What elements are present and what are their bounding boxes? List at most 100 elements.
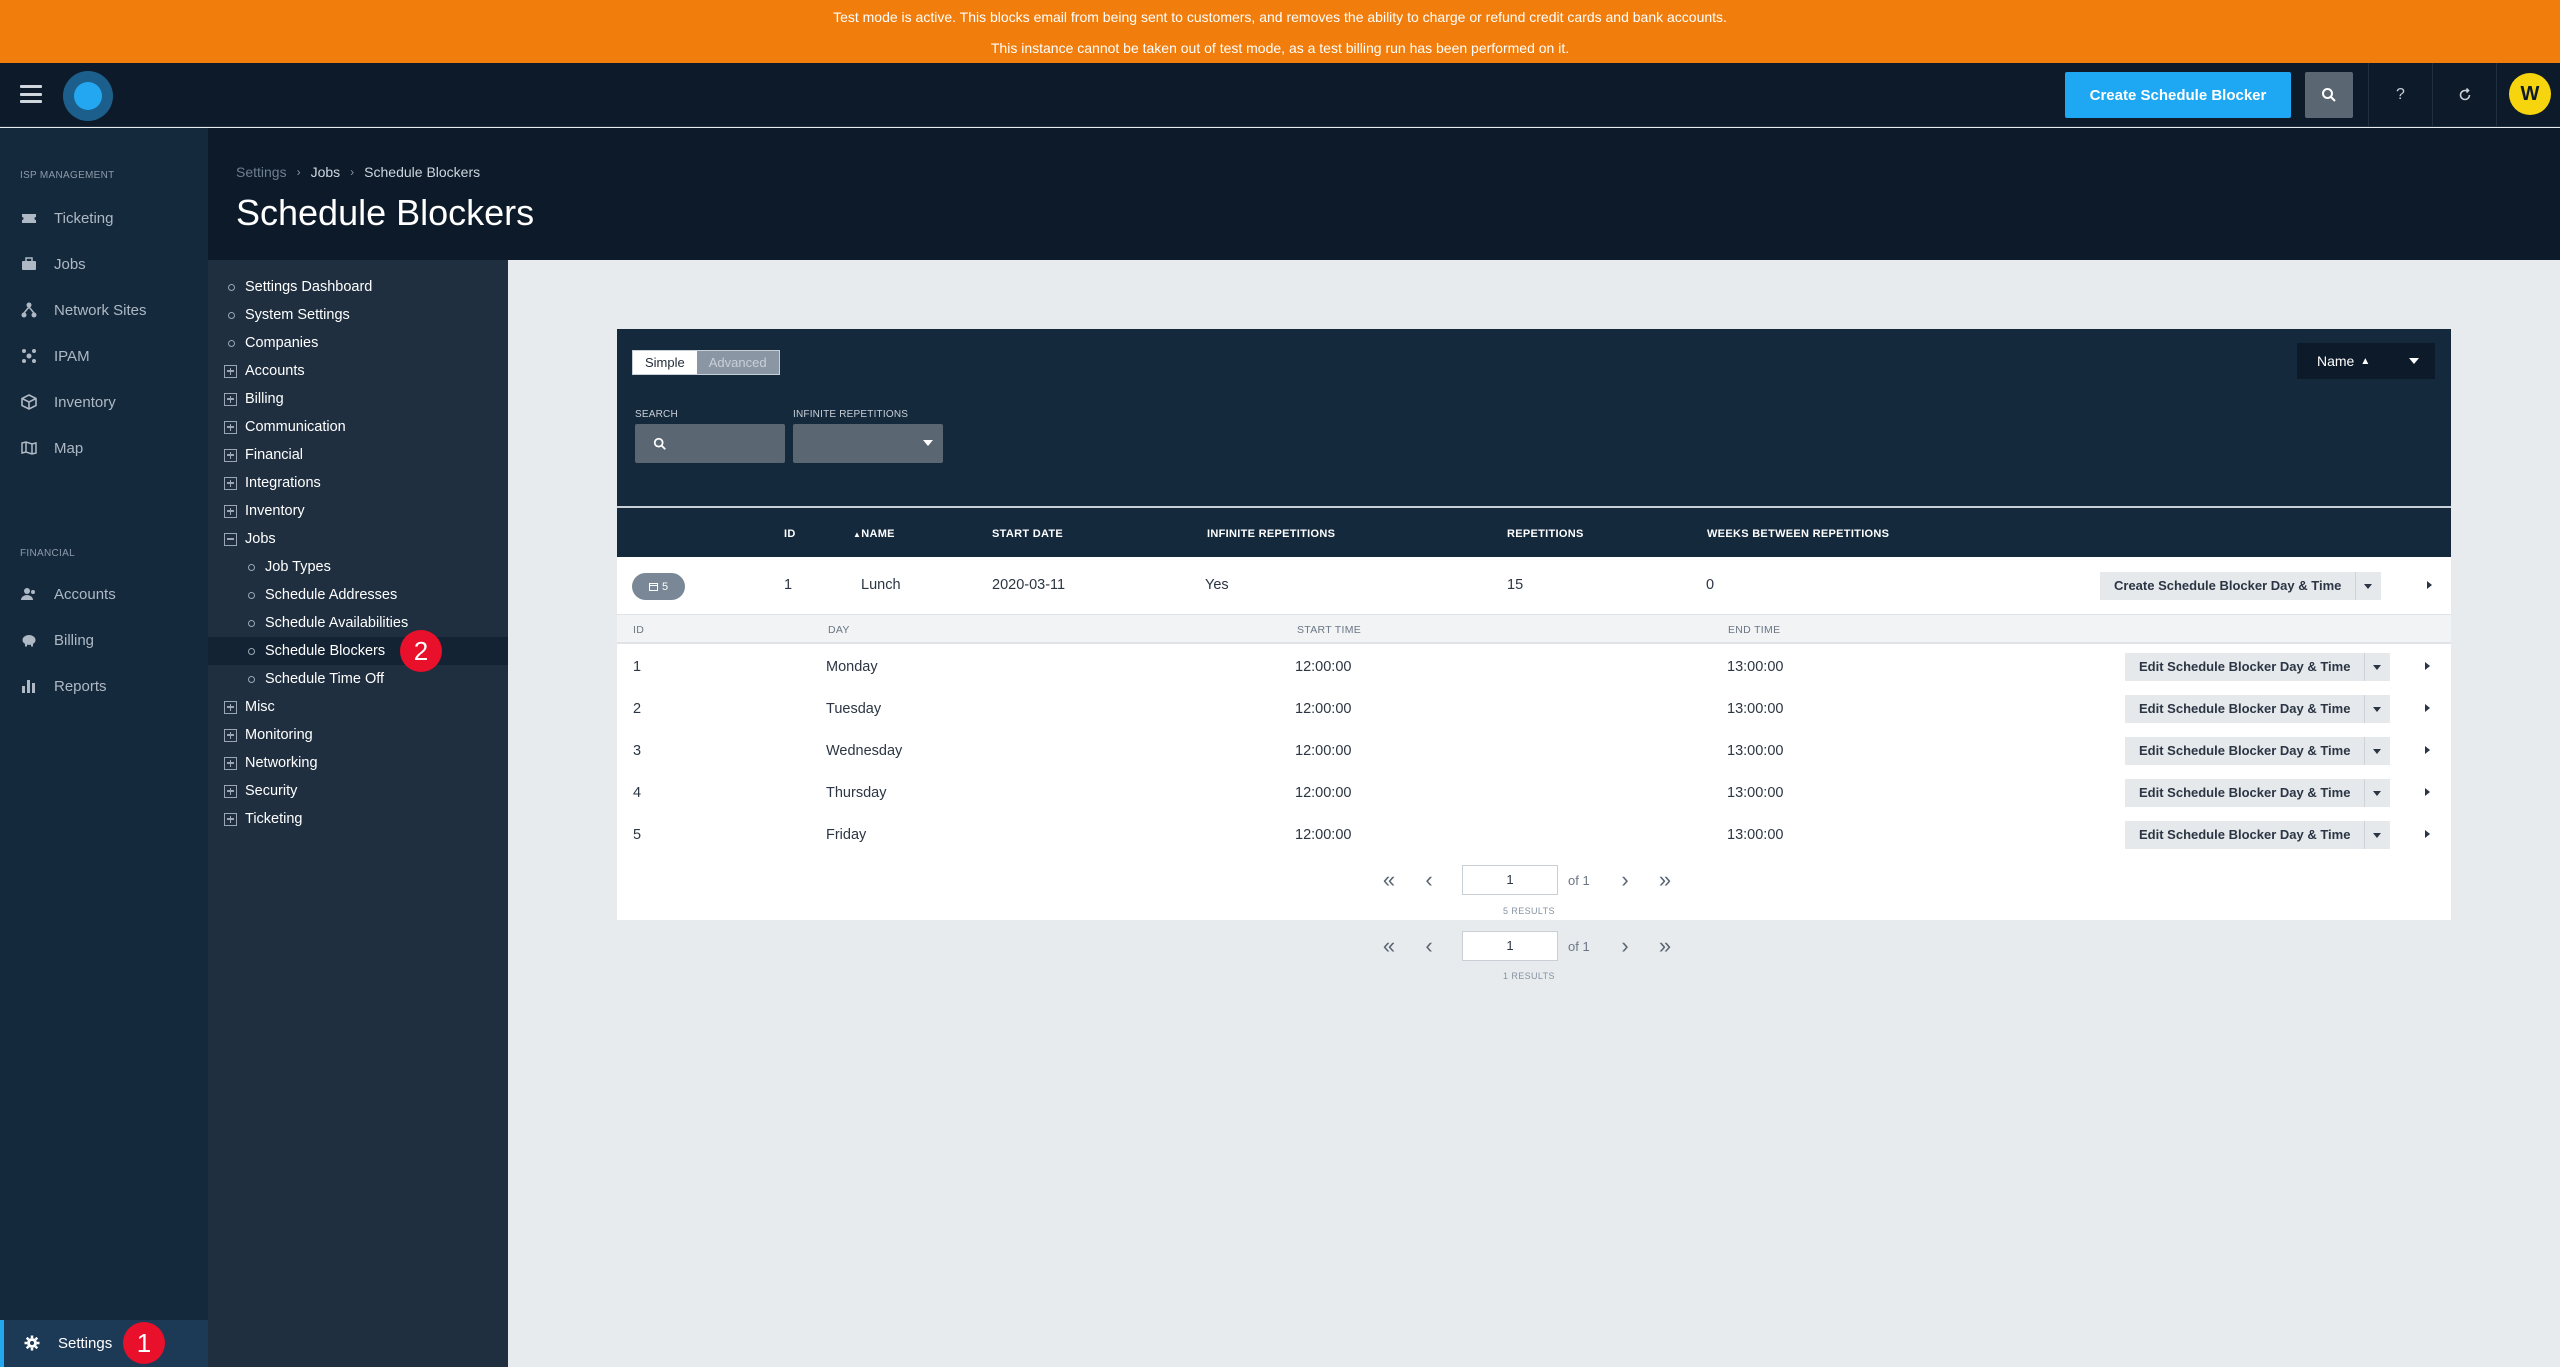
edit-day-time-button[interactable]: Edit Schedule Blocker Day & Time: [2125, 737, 2365, 765]
avatar[interactable]: W: [2509, 73, 2551, 115]
row-expand-icon[interactable]: [2425, 662, 2430, 670]
row-expand-icon[interactable]: [2425, 830, 2430, 838]
create-day-time-button[interactable]: Create Schedule Blocker Day & Time: [2100, 572, 2356, 600]
column-header-start-date[interactable]: START DATE: [992, 528, 1063, 540]
previous-page-icon[interactable]: ‹: [1417, 865, 1441, 895]
tree-item-label: Companies: [245, 335, 319, 351]
breadcrumb-settings[interactable]: Settings: [236, 164, 287, 180]
last-page-icon[interactable]: »: [1653, 931, 1677, 961]
logo[interactable]: [63, 71, 113, 121]
infinite-repetitions-select[interactable]: [793, 424, 943, 463]
tree-item-schedule-blockers[interactable]: Schedule Blockers: [208, 637, 508, 665]
sub-column-day: DAY: [828, 624, 850, 636]
sub-table-row: 5 Friday 12:00:00 13:00:00 Edit Schedule Blo…: [617, 814, 2451, 856]
nav-item-accounts[interactable]: Accounts: [0, 576, 208, 612]
edit-day-time-dropdown[interactable]: [2364, 821, 2391, 849]
tree-item-communication[interactable]: Communication: [208, 413, 508, 441]
expand-plus-icon: [224, 420, 237, 434]
simple-filter-tab[interactable]: Simple: [633, 351, 697, 374]
edit-day-time-button[interactable]: Edit Schedule Blocker Day & Time: [2125, 653, 2365, 681]
tree-item-label: Accounts: [245, 363, 305, 379]
edit-day-time-dropdown[interactable]: [2364, 653, 2391, 681]
menu-icon[interactable]: [18, 81, 44, 107]
last-page-icon[interactable]: »: [1653, 865, 1677, 895]
tree-item-label: Jobs: [245, 531, 276, 547]
first-page-icon[interactable]: «: [1377, 865, 1401, 895]
row-expand-icon[interactable]: [2427, 581, 2432, 589]
nav-item-inventory[interactable]: Inventory: [0, 384, 208, 420]
tree-item-companies[interactable]: Companies: [208, 329, 508, 357]
expand-plus-icon: [224, 504, 237, 518]
next-page-icon[interactable]: ›: [1613, 931, 1637, 961]
advanced-filter-tab[interactable]: Advanced: [696, 351, 779, 374]
tree-item-networking[interactable]: Networking: [208, 749, 508, 777]
tree-item-monitoring[interactable]: Monitoring: [208, 721, 508, 749]
next-page-icon[interactable]: ›: [1613, 865, 1637, 895]
nav-item-map[interactable]: Map: [0, 430, 208, 466]
tree-item-billing[interactable]: Billing: [208, 385, 508, 413]
edit-day-time-button[interactable]: Edit Schedule Blocker Day & Time: [2125, 695, 2365, 723]
sort-select-value: Name: [2317, 353, 2355, 369]
tree-item-job-types[interactable]: Job Types: [208, 553, 508, 581]
tree-item-misc[interactable]: Misc: [208, 693, 508, 721]
row-expand-icon[interactable]: [2425, 704, 2430, 712]
tree-item-jobs[interactable]: Jobs: [208, 525, 508, 553]
nav-item-jobs[interactable]: Jobs: [0, 246, 208, 282]
tree-item-label: Billing: [245, 391, 284, 407]
tree-item-schedule-time-off[interactable]: Schedule Time Off: [208, 665, 508, 693]
sub-cell-end-time: 13:00:00: [1727, 827, 1784, 843]
tree-item-label: Inventory: [245, 503, 305, 519]
children-count-toggle[interactable]: 5: [632, 573, 685, 600]
cell-infinite: Yes: [1205, 577, 1229, 593]
tree-item-integrations[interactable]: Integrations: [208, 469, 508, 497]
tree-item-schedule-addresses[interactable]: Schedule Addresses: [208, 581, 508, 609]
previous-page-icon[interactable]: ‹: [1417, 931, 1441, 961]
nav-item-billing[interactable]: Billing: [0, 622, 208, 658]
sub-table-row: 4 Thursday 12:00:00 13:00:00 Edit Schedule B…: [617, 772, 2451, 814]
search-button[interactable]: [2305, 72, 2353, 118]
edit-day-time-button[interactable]: Edit Schedule Blocker Day & Time: [2125, 779, 2365, 807]
page-input[interactable]: 1: [1462, 865, 1558, 895]
tree-item-financial[interactable]: Financial: [208, 441, 508, 469]
tree-item-accounts[interactable]: Accounts: [208, 357, 508, 385]
edit-day-time-dropdown[interactable]: [2364, 737, 2391, 765]
tree-item-ticketing[interactable]: Ticketing: [208, 805, 508, 833]
page-count: of 1: [1568, 939, 1590, 954]
create-day-time-dropdown[interactable]: [2355, 572, 2382, 600]
help-button[interactable]: ?: [2368, 63, 2432, 127]
column-header-infinite-repetitions[interactable]: INFINITE REPETITIONS: [1207, 528, 1335, 540]
tree-item-security[interactable]: Security: [208, 777, 508, 805]
refresh-button[interactable]: [2432, 63, 2496, 127]
tree-item-settings-dashboard[interactable]: Settings Dashboard: [208, 273, 508, 301]
column-header-name[interactable]: ▲NAME: [853, 528, 895, 540]
edit-day-time-dropdown[interactable]: [2364, 779, 2391, 807]
create-schedule-blocker-button[interactable]: Create Schedule Blocker: [2065, 72, 2291, 118]
nav-item-label: Ticketing: [54, 209, 114, 227]
tree-item-label: Schedule Addresses: [265, 587, 398, 603]
nav-item-reports[interactable]: Reports: [0, 668, 208, 704]
column-header-id[interactable]: ID: [784, 528, 796, 540]
nav-item-network-sites[interactable]: Network Sites: [0, 292, 208, 328]
nav-item-label: Map: [54, 439, 84, 457]
sort-select[interactable]: Name ▲: [2297, 343, 2435, 379]
tree-item-system-settings[interactable]: System Settings: [208, 301, 508, 329]
nav-item-ticketing[interactable]: Ticketing: [0, 200, 208, 236]
tree-item-schedule-availabilities[interactable]: Schedule Availabilities: [208, 609, 508, 637]
nav-item-ipam[interactable]: IPAM: [0, 338, 208, 374]
row-expand-icon[interactable]: [2425, 788, 2430, 796]
sub-column-id: ID: [633, 624, 645, 636]
search-input[interactable]: [635, 424, 785, 463]
tree-item-inventory[interactable]: Inventory: [208, 497, 508, 525]
page-input[interactable]: 1: [1462, 931, 1558, 961]
edit-day-time-button[interactable]: Edit Schedule Blocker Day & Time: [2125, 821, 2365, 849]
bullet-icon: [228, 339, 235, 347]
row-expand-icon[interactable]: [2425, 746, 2430, 754]
nav-item-settings[interactable]: Settings: [0, 1320, 208, 1367]
piggy-bank-icon: [20, 631, 38, 649]
first-page-icon[interactable]: «: [1377, 931, 1401, 961]
column-header-weeks-between[interactable]: WEEKS BETWEEN REPETITIONS: [1707, 528, 1889, 540]
edit-day-time-dropdown[interactable]: [2364, 695, 2391, 723]
edit-day-time-split-button: Edit Schedule Blocker Day & Time: [2125, 695, 2391, 723]
column-header-repetitions[interactable]: REPETITIONS: [1507, 528, 1584, 540]
breadcrumb-jobs[interactable]: Jobs: [311, 164, 341, 180]
